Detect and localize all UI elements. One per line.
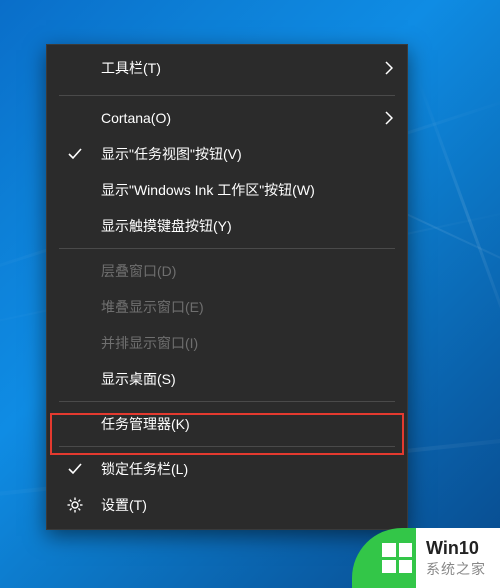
menu-separator: [59, 248, 395, 249]
brand-title: Win10: [426, 538, 486, 559]
menu-item-show-desktop[interactable]: 显示桌面(S): [47, 361, 407, 397]
menu-item-settings[interactable]: 设置(T): [47, 487, 407, 523]
menu-item-show-touch-keyboard-button[interactable]: 显示触摸键盘按钮(Y): [47, 208, 407, 244]
menu-separator: [59, 401, 395, 402]
menu-item-show-task-view-button[interactable]: 显示"任务视图"按钮(V): [47, 136, 407, 172]
menu-item-label: 设置(T): [101, 495, 387, 515]
windows-logo-icon: [382, 543, 412, 573]
chevron-right-icon: [385, 61, 393, 75]
brand-badge-left: [352, 528, 416, 588]
menu-item-show-windows-ink-workspace-button[interactable]: 显示"Windows Ink 工作区"按钮(W): [47, 172, 407, 208]
menu-item-label: Cortana(O): [101, 110, 387, 126]
menu-item-label: 堆叠显示窗口(E): [101, 297, 387, 317]
menu-item-label: 工具栏(T): [101, 58, 387, 78]
menu-item-side-by-side-windows: 并排显示窗口(I): [47, 325, 407, 361]
menu-item-cortana[interactable]: Cortana(O): [47, 100, 407, 136]
menu-item-label: 显示"Windows Ink 工作区"按钮(W): [101, 180, 387, 200]
menu-item-label: 并排显示窗口(I): [101, 333, 387, 353]
chevron-right-icon: [385, 111, 393, 125]
menu-item-toolbars[interactable]: 工具栏(T): [47, 45, 407, 91]
menu-item-label: 任务管理器(K): [101, 414, 387, 434]
check-icon: [65, 144, 85, 164]
menu-item-label: 锁定任务栏(L): [101, 459, 387, 479]
menu-item-label: 显示"任务视图"按钮(V): [101, 144, 387, 164]
menu-item-cascade-windows: 层叠窗口(D): [47, 253, 407, 289]
menu-item-label: 显示触摸键盘按钮(Y): [101, 216, 387, 236]
check-icon: [65, 459, 85, 479]
brand-subtitle: 系统之家: [426, 559, 486, 579]
taskbar-context-menu: 工具栏(T) Cortana(O) 显示"任务视图"按钮(V) 显示"Windo…: [46, 44, 408, 530]
menu-item-label: 显示桌面(S): [101, 369, 387, 389]
menu-separator: [59, 95, 395, 96]
menu-item-task-manager[interactable]: 任务管理器(K): [47, 406, 407, 442]
brand-badge: Win10 系统之家: [352, 528, 500, 588]
menu-item-stack-windows: 堆叠显示窗口(E): [47, 289, 407, 325]
gear-icon: [65, 495, 85, 515]
menu-item-label: 层叠窗口(D): [101, 261, 387, 281]
menu-separator: [59, 446, 395, 447]
menu-item-lock-taskbar[interactable]: 锁定任务栏(L): [47, 451, 407, 487]
desktop-wallpaper: 工具栏(T) Cortana(O) 显示"任务视图"按钮(V) 显示"Windo…: [0, 0, 500, 588]
brand-badge-right: Win10 系统之家: [416, 528, 500, 588]
